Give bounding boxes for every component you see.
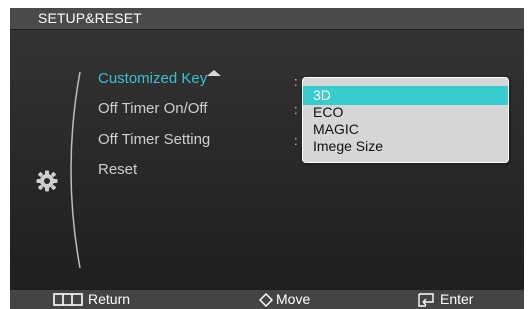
option-image-size[interactable]: Imege Size — [303, 137, 508, 156]
title-bar: SETUP&RESET — [10, 8, 524, 30]
diamond-arrows-icon — [259, 293, 273, 307]
osd-window: SETUP&RESET Customized Key Off Timer On/… — [10, 8, 524, 309]
decorative-curve — [70, 71, 81, 269]
menu-item-off-timer-setting[interactable]: Off Timer Setting — [98, 131, 210, 148]
menu-body: Customized Key Off Timer On/Off Off Time… — [10, 30, 524, 289]
enter-icon — [418, 293, 434, 307]
move-hint[interactable]: Move — [276, 291, 310, 307]
scroll-up-icon[interactable] — [207, 70, 221, 76]
value-separator: : — [294, 133, 298, 148]
enter-hint[interactable]: Enter — [440, 291, 473, 307]
key-guide-bar: Return Move Enter — [10, 289, 524, 309]
menu-item-customized-key[interactable]: Customized Key — [98, 70, 207, 87]
gear-icon — [36, 170, 58, 192]
menu-item-off-timer-onoff[interactable]: Off Timer On/Off — [98, 100, 207, 117]
menu-title: SETUP&RESET — [38, 10, 142, 26]
return-hint[interactable]: Return — [88, 291, 130, 307]
menu-bars-icon — [53, 293, 83, 306]
value-separator: : — [294, 74, 298, 89]
value-separator: : — [294, 102, 298, 117]
customized-key-dropdown[interactable]: 3D ECO MAGIC Imege Size — [302, 77, 509, 163]
menu-item-reset[interactable]: Reset — [98, 161, 137, 178]
